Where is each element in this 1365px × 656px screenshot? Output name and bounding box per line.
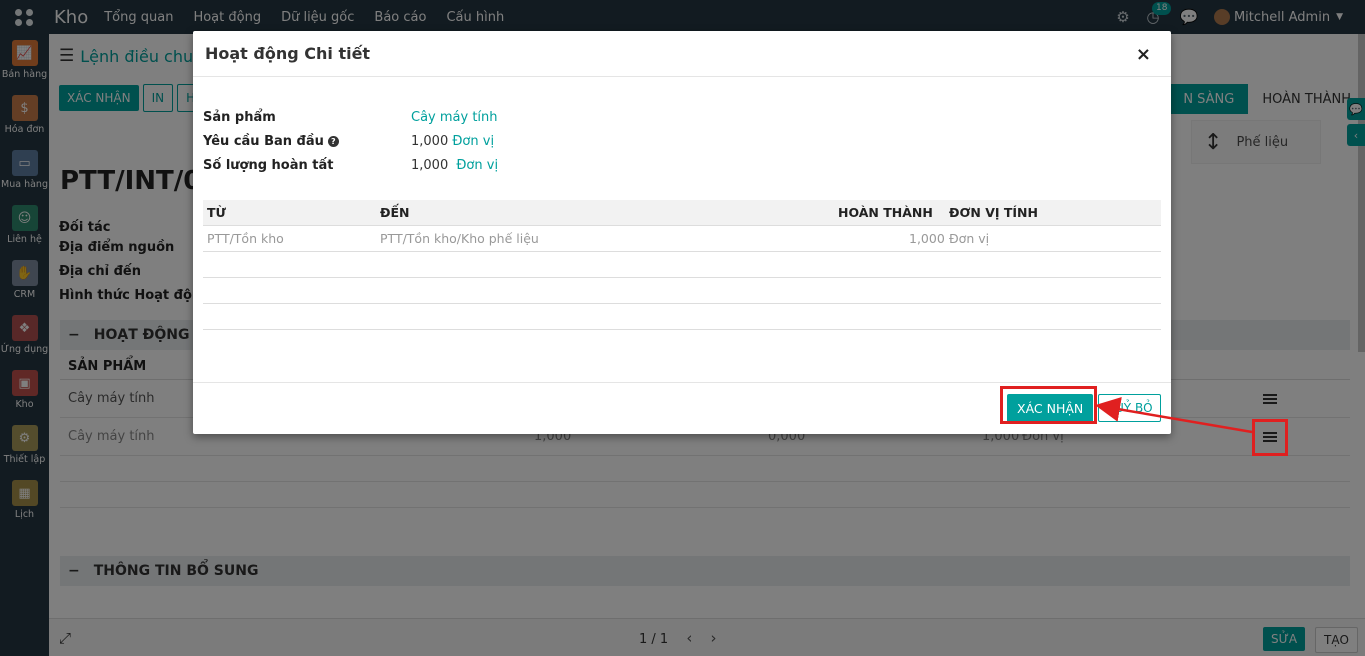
column-uom[interactable]: ĐƠN VỊ TÍNH [949, 205, 1038, 220]
table-row [203, 278, 1161, 304]
column-done[interactable]: HOÀN THÀNH [838, 205, 933, 220]
column-to[interactable]: ĐẾN [380, 205, 409, 220]
initial-demand-label: Yêu cầu Ban đầu? [203, 134, 339, 149]
move-lines-table: TỪ ĐẾN HOÀN THÀNH ĐƠN VỊ TÍNH PTT/Tồn kh… [203, 200, 1161, 330]
initial-qty: 1,000 [411, 134, 449, 149]
quantity-done-value: 1,000 Đơn vị [411, 158, 498, 173]
highlight-confirm-box [1000, 386, 1097, 424]
table-row [203, 252, 1161, 278]
dialog-header: Hoạt động Chi tiết × [193, 31, 1171, 77]
initial-demand-text: Yêu cầu Ban đầu [203, 134, 324, 149]
initial-demand-value: 1,000 Đơn vị [411, 134, 494, 149]
product-link[interactable]: Cây máy tính [411, 110, 498, 125]
quantity-done-label: Số lượng hoàn tất [203, 158, 334, 173]
done-qty: 1,000 [411, 158, 449, 173]
done-uom-link[interactable]: Đơn vị [456, 158, 498, 173]
detailed-operations-dialog: Hoạt động Chi tiết × Sản phẩm Cây máy tí… [193, 31, 1171, 434]
highlight-details-box [1252, 419, 1288, 456]
product-label: Sản phẩm [203, 110, 276, 125]
row-uom: Đơn vị [949, 231, 990, 246]
row-from: PTT/Tồn kho [207, 231, 284, 246]
help-icon[interactable]: ? [327, 136, 339, 147]
close-icon[interactable]: × [1136, 44, 1151, 65]
cancel-button[interactable]: HUỶ BỎ [1098, 394, 1161, 422]
initial-uom-link[interactable]: Đơn vị [452, 134, 494, 149]
dialog-title: Hoạt động Chi tiết [205, 44, 371, 63]
column-from[interactable]: TỪ [207, 205, 226, 220]
table-row [203, 304, 1161, 330]
row-done: 1,000 [909, 231, 945, 246]
table-header: TỪ ĐẾN HOÀN THÀNH ĐƠN VỊ TÍNH [203, 200, 1161, 226]
table-row[interactable]: PTT/Tồn kho PTT/Tồn kho/Kho phế liệu 1,0… [203, 226, 1161, 252]
row-to: PTT/Tồn kho/Kho phế liệu [380, 231, 539, 246]
